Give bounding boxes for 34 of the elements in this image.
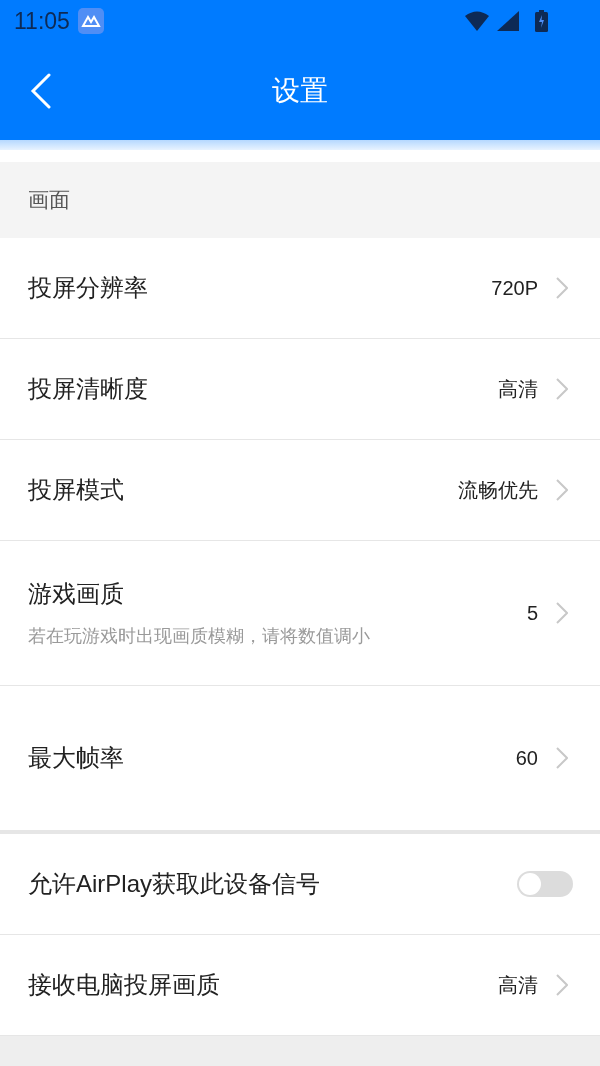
app-notification-icon (77, 8, 104, 34)
row-hint: 若在玩游戏时出现画质模糊，请将数值调小 (28, 625, 371, 648)
row-label: 接收电脑投屏画质 (28, 970, 221, 1000)
chevron-icon (556, 974, 568, 996)
toggle-switch[interactable] (517, 871, 573, 897)
toggle-row[interactable]: 允许AirPlay获取此设备信号 (0, 834, 600, 935)
signal-icon (497, 11, 519, 31)
row-value: 720P (491, 276, 538, 300)
wifi-icon (465, 11, 489, 31)
section-header: 画面 (0, 162, 600, 238)
row-label: 游戏画质 (28, 579, 125, 609)
settings-row[interactable]: 投屏模式 流畅优先 (0, 440, 600, 541)
chevron-icon (556, 277, 568, 299)
chevron-icon (556, 479, 568, 501)
back-icon[interactable] (30, 73, 52, 109)
battery-icon (535, 10, 548, 32)
row-value: 流畅优先 (458, 477, 538, 503)
status-time: 11:05 (14, 7, 70, 35)
settings-row[interactable]: 投屏清晰度 高清 (0, 339, 600, 440)
page-title: 设置 (272, 74, 328, 108)
row-value: 高清 (498, 376, 538, 402)
row-value: 高清 (498, 972, 538, 998)
chevron-icon (556, 602, 568, 624)
settings-row[interactable]: 游戏画质 若在玩游戏时出现画质模糊，请将数值调小 5 (0, 541, 600, 686)
settings-row[interactable]: 投屏分辨率 720P (0, 238, 600, 339)
row-value: 60 (515, 746, 538, 770)
row-label: 投屏模式 (28, 475, 125, 505)
row-label: 投屏清晰度 (28, 374, 149, 404)
row-value: 5 (526, 601, 538, 625)
row-label: 最大帧率 (28, 743, 125, 773)
row-label: 投屏分辨率 (28, 273, 149, 303)
row-label: 允许AirPlay获取此设备信号 (28, 869, 322, 899)
chevron-icon (556, 378, 568, 400)
chevron-icon (556, 747, 568, 769)
